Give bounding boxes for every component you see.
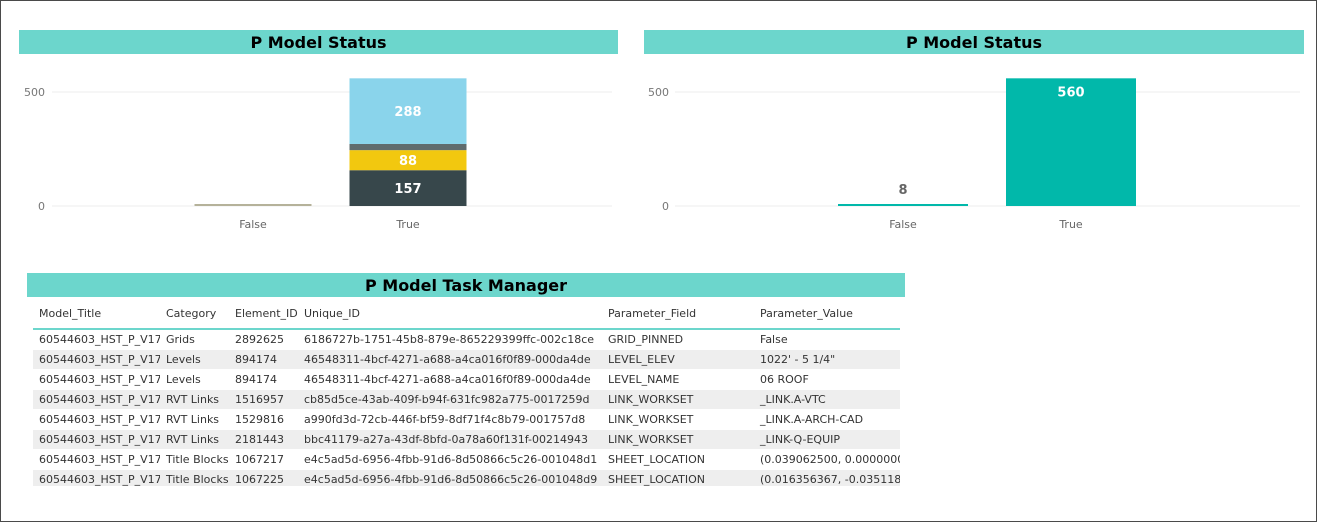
bar[interactable] — [838, 204, 968, 206]
left-status-chart[interactable]: 0 500 False 157 88 288 True — [0, 60, 640, 245]
table-cell: RVT Links — [160, 429, 229, 450]
table-cell: _LINK.A-VTC — [754, 389, 900, 410]
table-header-row: Model_Title Category Element_ID Unique_ID Pa… — [33, 298, 900, 330]
table-cell: False — [754, 329, 900, 350]
table-cell: 1516957 — [229, 389, 298, 410]
table-cell: _LINK-Q-EQUIP — [754, 429, 900, 450]
table-row[interactable]: 60544603_HST_P_V17.rvtTitle Blocks106721… — [33, 449, 900, 470]
table-cell: 60544603_HST_P_V17.rvt — [33, 469, 160, 486]
right-status-chart[interactable]: 0 500 8 False 560 True — [620, 60, 1310, 245]
column-header[interactable]: Unique_ID — [298, 298, 602, 330]
table-cell: 2181443 — [229, 429, 298, 450]
table-row[interactable]: 60544603_HST_P_V17.rvtRVT Links1529816a9… — [33, 409, 900, 430]
table-cell: Levels — [160, 369, 229, 390]
data-label: 560 — [1057, 85, 1084, 100]
table-cell: bbc41179-a27a-43df-8bfd-0a78a60f131f-002… — [298, 429, 602, 450]
table-cell: LINK_WORKSET — [602, 429, 754, 450]
table-cell: Title Blocks — [160, 469, 229, 486]
table-cell: RVT Links — [160, 409, 229, 430]
table-cell: GRID_PINNED — [602, 329, 754, 350]
data-label: 8 — [898, 183, 907, 198]
table-cell: 60544603_HST_P_V17.rvt — [33, 329, 160, 350]
table-cell: Grids — [160, 329, 229, 350]
table-cell: 1022' - 5 1/4" — [754, 349, 900, 370]
data-label: 157 — [394, 182, 421, 197]
x-tick-label: False — [239, 218, 267, 231]
column-header[interactable]: Model_Title — [33, 298, 160, 330]
table-cell: _LINK.A-ARCH-CAD — [754, 409, 900, 430]
table-cell: 6186727b-1751-45b8-879e-865229399ffc-002… — [298, 329, 602, 350]
table-row[interactable]: 60544603_HST_P_V17.rvtLevels894174465483… — [33, 349, 900, 370]
table-row[interactable]: 60544603_HST_P_V17.rvtGrids2892625618672… — [33, 329, 900, 350]
table-cell: cb85d5ce-43ab-409f-b94f-631fc982a775-001… — [298, 389, 602, 410]
table-cell: LINK_WORKSET — [602, 409, 754, 430]
right-chart-title: P Model Status — [644, 30, 1304, 54]
table-cell: SHEET_LOCATION — [602, 449, 754, 470]
y-tick-label: 500 — [24, 86, 45, 99]
table-cell: e4c5ad5d-6956-4fbb-91d6-8d50866c5c26-001… — [298, 469, 602, 486]
bar-segment[interactable] — [349, 143, 467, 151]
table-cell: 60544603_HST_P_V17.rvt — [33, 349, 160, 370]
x-tick-label: True — [395, 218, 420, 231]
table-cell: 60544603_HST_P_V17.rvt — [33, 449, 160, 470]
table-cell: 2892625 — [229, 329, 298, 350]
table-cell: LEVEL_NAME — [602, 369, 754, 390]
table-cell: (0.039062500, 0.0000000 — [754, 449, 900, 470]
table-cell: Title Blocks — [160, 449, 229, 470]
table-cell: 60544603_HST_P_V17.rvt — [33, 369, 160, 390]
column-header[interactable]: Parameter_Value — [754, 298, 900, 330]
table-cell: (0.016356367, -0.0351180 — [754, 469, 900, 486]
table-cell: 46548311-4bcf-4271-a688-a4ca016f0f89-000… — [298, 349, 602, 370]
y-tick-label: 0 — [38, 200, 45, 213]
table-title: P Model Task Manager — [27, 273, 905, 297]
table-cell: a990fd3d-72cb-446f-bf59-8df71f4c8b79-001… — [298, 409, 602, 430]
table-cell: LINK_WORKSET — [602, 389, 754, 410]
column-header[interactable]: Parameter_Field — [602, 298, 754, 330]
table-cell: 06 ROOF — [754, 369, 900, 390]
y-tick-label: 500 — [648, 86, 669, 99]
table-row[interactable]: 60544603_HST_P_V17.rvtRVT Links2181443bb… — [33, 429, 900, 450]
data-label: 288 — [394, 105, 421, 120]
y-tick-label: 0 — [662, 200, 669, 213]
table-cell: 894174 — [229, 369, 298, 390]
table-cell: 1067217 — [229, 449, 298, 470]
table-cell: 1067225 — [229, 469, 298, 486]
data-label: 88 — [399, 154, 417, 169]
column-header[interactable]: Category — [160, 298, 229, 330]
table-cell: 46548311-4bcf-4271-a688-a4ca016f0f89-000… — [298, 369, 602, 390]
task-manager-table[interactable]: Model_Title Category Element_ID Unique_ID Pa… — [33, 298, 900, 486]
bar-segment[interactable] — [194, 204, 312, 206]
column-header[interactable]: Element_ID — [229, 298, 298, 330]
table-row[interactable]: 60544603_HST_P_V17.rvtRVT Links1516957cb… — [33, 389, 900, 410]
table-cell: e4c5ad5d-6956-4fbb-91d6-8d50866c5c26-001… — [298, 449, 602, 470]
table-cell: 60544603_HST_P_V17.rvt — [33, 409, 160, 430]
table-cell: 60544603_HST_P_V17.rvt — [33, 389, 160, 410]
x-tick-label: False — [889, 218, 917, 231]
table-cell: SHEET_LOCATION — [602, 469, 754, 486]
table-cell: LEVEL_ELEV — [602, 349, 754, 370]
x-tick-label: True — [1058, 218, 1083, 231]
table-cell: 1529816 — [229, 409, 298, 430]
table-row[interactable]: 60544603_HST_P_V17.rvtLevels894174465483… — [33, 369, 900, 390]
table-row[interactable]: 60544603_HST_P_V17.rvtTitle Blocks106722… — [33, 469, 900, 486]
table-cell: 894174 — [229, 349, 298, 370]
left-chart-title: P Model Status — [19, 30, 618, 54]
table-cell: 60544603_HST_P_V17.rvt — [33, 429, 160, 450]
table-cell: RVT Links — [160, 389, 229, 410]
table-cell: Levels — [160, 349, 229, 370]
